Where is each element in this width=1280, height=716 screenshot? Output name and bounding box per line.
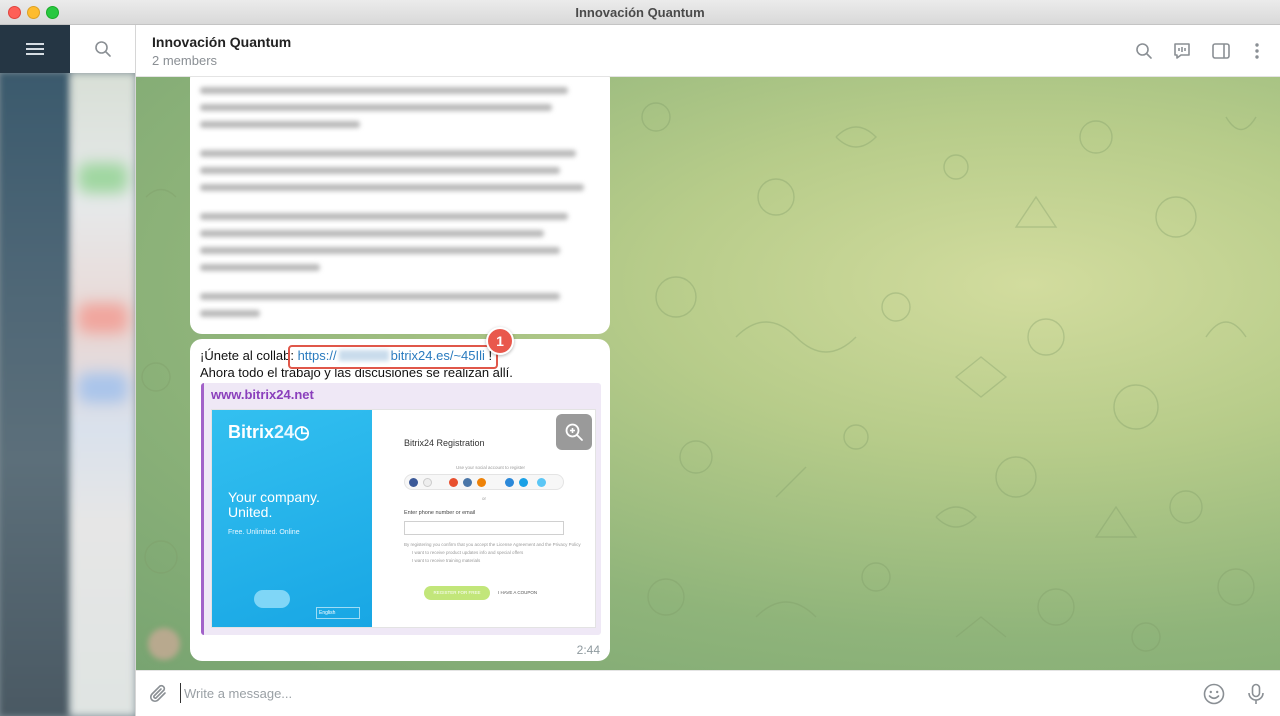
voice-chat-button[interactable] [1170, 39, 1194, 63]
preview-terms: By registering you confirm that you acce… [404, 542, 581, 547]
emoji-button[interactable] [1202, 682, 1226, 706]
message-text-prefix: ¡Únete al collab: [200, 348, 294, 363]
folders-column-blurred [0, 73, 70, 716]
left-sidebar [0, 25, 136, 716]
preview-language-select: English [316, 607, 360, 619]
message-input[interactable] [180, 683, 1060, 703]
preview-social-buttons [404, 474, 564, 490]
hamburger-icon [26, 40, 44, 58]
main-menu-button[interactable] [0, 25, 70, 73]
annotation-badge: 1 [486, 327, 514, 355]
preview-tagline: Your company. United. [228, 489, 320, 520]
previous-message-blurred[interactable] [190, 77, 610, 334]
chat-title[interactable]: Innovación Quantum [152, 34, 291, 50]
chat-header[interactable]: Innovación Quantum 2 members [136, 25, 1280, 77]
attach-button[interactable] [148, 682, 170, 706]
preview-image[interactable]: Bitrix24◷ Your company. United. Free. Unl… [211, 409, 596, 628]
telegram-window: Innovación Quantum Innovación Quantum 2 … [0, 0, 1280, 716]
preview-phone-input [404, 521, 564, 535]
search-icon [1136, 43, 1152, 59]
preview-site-name[interactable]: www.bitrix24.net [211, 387, 314, 402]
message-timestamp: 2:44 [576, 643, 600, 657]
preview-phone-label: Enter phone number or email [404, 510, 476, 516]
voice-record-button[interactable] [1244, 682, 1268, 706]
preview-check-2: I want to receive training materials [412, 558, 481, 563]
search-icon [95, 41, 111, 57]
preview-or: or [482, 496, 487, 501]
title-bar: Innovación Quantum [0, 0, 1280, 25]
cloud-icon [254, 590, 290, 608]
preview-check-1: I want to receive product updates info a… [412, 550, 524, 555]
paperclip-icon [149, 684, 166, 703]
preview-register-button: REGISTER FOR FREE [424, 586, 490, 600]
chat-search-button[interactable] [70, 25, 135, 73]
more-options-button[interactable] [1245, 39, 1269, 63]
search-in-chat-button[interactable] [1132, 39, 1156, 63]
members-count: 2 members [152, 53, 218, 68]
voice-chat-icon [1174, 43, 1190, 59]
invite-message-bubble[interactable]: ¡Únete al collab: https://bitrix24.es/~4… [190, 327, 610, 661]
link-highlight-annotation [288, 345, 498, 369]
chat-list-blurred [70, 73, 135, 716]
bitrix24-logo: Bitrix24◷ [228, 422, 310, 442]
sender-avatar[interactable] [148, 628, 180, 660]
preview-brand-panel: Bitrix24◷ Your company. United. Free. Unl… [212, 410, 372, 627]
more-vertical-icon [1255, 43, 1259, 59]
microphone-icon [1248, 683, 1264, 704]
sidebar-icon [1212, 43, 1230, 59]
emoji-icon [1203, 683, 1225, 705]
message-history[interactable]: ¡Únete al collab: https://bitrix24.es/~4… [136, 77, 1280, 670]
preview-tagline-small: Free. Unlimited. Online [228, 529, 300, 536]
toggle-sidebar-button[interactable] [1209, 39, 1233, 63]
preview-reg-title: Bitrix24 Registration [404, 438, 485, 448]
preview-zoom-button[interactable] [556, 414, 592, 450]
link-preview[interactable]: www.bitrix24.net Bitrix24◷ Your company.… [201, 383, 601, 635]
message-input-bar [136, 670, 1280, 716]
preview-social-hint: Use your social account to register [456, 465, 526, 470]
preview-coupon-link: I HAVE A COUPON [498, 590, 538, 595]
blurred-message-text [200, 77, 600, 334]
zoom-in-icon [565, 423, 583, 441]
window-title: Innovación Quantum [575, 5, 705, 20]
